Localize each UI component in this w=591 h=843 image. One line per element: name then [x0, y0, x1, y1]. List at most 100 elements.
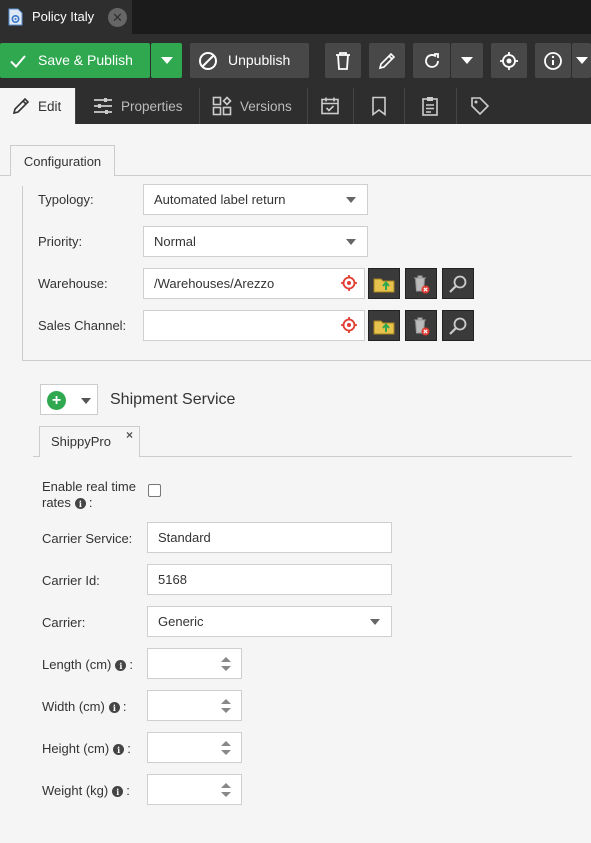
- sales-channel-label: Sales Channel:: [38, 318, 127, 333]
- open-element-icon[interactable]: [340, 274, 358, 292]
- decrement-icon[interactable]: [221, 750, 231, 755]
- decrement-icon[interactable]: [221, 708, 231, 713]
- info-icon: [544, 51, 562, 70]
- delete-button[interactable]: [325, 43, 361, 78]
- tab-properties[interactable]: Properties: [76, 88, 200, 124]
- close-icon[interactable]: ×: [126, 428, 133, 442]
- locate-button[interactable]: [491, 43, 527, 78]
- toolbar: Save & Publish Unpublish: [0, 34, 591, 88]
- priority-value: Normal: [154, 234, 196, 249]
- tab-shippypro[interactable]: ShippyPro ×: [39, 426, 140, 457]
- rename-button[interactable]: [369, 43, 405, 78]
- save-publish-dropdown-button[interactable]: [151, 43, 182, 78]
- enable-rates-label-line2: rates: [42, 495, 71, 510]
- document-gear-icon: [8, 8, 23, 26]
- document-tab[interactable]: Policy Italy ✕: [0, 0, 132, 34]
- height-input[interactable]: [147, 732, 242, 763]
- sales-channel-clear-button[interactable]: [405, 310, 437, 341]
- open-element-icon[interactable]: [340, 316, 358, 334]
- prohibited-icon: [199, 52, 217, 70]
- height-label-text: Height (cm): [42, 741, 110, 756]
- tab-properties-label: Properties: [121, 98, 183, 114]
- enable-rates-label-line1: Enable real time: [42, 479, 136, 494]
- increment-icon[interactable]: [221, 699, 231, 704]
- search-icon: [449, 275, 467, 293]
- height-label: Height (cm) i:: [42, 741, 131, 756]
- width-input[interactable]: [147, 690, 242, 721]
- tab-notes[interactable]: [405, 88, 457, 124]
- increment-icon[interactable]: [221, 741, 231, 746]
- length-input[interactable]: [147, 648, 242, 679]
- pencil-icon: [378, 52, 396, 69]
- close-tab-icon[interactable]: ✕: [108, 8, 127, 27]
- unpublish-button[interactable]: Unpublish: [190, 43, 309, 78]
- decrement-icon[interactable]: [221, 666, 231, 671]
- weight-label: Weight (kg) i:: [42, 783, 130, 798]
- sales-channel-upload-button[interactable]: [368, 310, 400, 341]
- carrier-id-label: Carrier Id:: [42, 573, 100, 588]
- trash-icon: [336, 51, 350, 70]
- warehouse-clear-button[interactable]: [405, 268, 437, 299]
- carrier-value: Generic: [158, 614, 204, 629]
- info-icon[interactable]: i: [74, 498, 86, 510]
- refresh-icon: [424, 52, 439, 68]
- length-label: Length (cm) i:: [42, 657, 133, 672]
- info-icon[interactable]: i: [108, 702, 120, 714]
- warehouse-upload-button[interactable]: [368, 268, 400, 299]
- weight-label-text: Weight (kg): [42, 783, 109, 798]
- plus-icon: +: [47, 391, 66, 410]
- carrier-id-input[interactable]: 5168: [147, 564, 392, 595]
- tab-schedule[interactable]: [308, 88, 354, 124]
- reload-button[interactable]: [413, 43, 450, 78]
- tab-edit-label: Edit: [38, 98, 62, 114]
- tab-configuration-label: Configuration: [23, 153, 102, 169]
- weight-input[interactable]: [147, 774, 242, 805]
- tag-icon: [471, 97, 490, 116]
- carrier-service-label: Carrier Service:: [42, 531, 133, 546]
- sliders-icon: [94, 98, 112, 114]
- tab-dependencies[interactable]: [354, 88, 405, 124]
- increment-icon[interactable]: [221, 657, 231, 662]
- typology-select[interactable]: Automated label return: [143, 184, 368, 215]
- carrier-service-input[interactable]: Standard: [147, 522, 392, 553]
- info-icon[interactable]: i: [115, 660, 127, 672]
- crosshair-icon: [500, 51, 518, 70]
- info-button[interactable]: [535, 43, 571, 78]
- add-shipment-service-button[interactable]: +: [40, 384, 98, 415]
- warehouse-field[interactable]: /Warehouses/Arezzo: [143, 268, 365, 299]
- reload-dropdown-button[interactable]: [451, 43, 483, 78]
- tab-shippypro-label: ShippyPro: [51, 434, 111, 449]
- enable-rates-checkbox[interactable]: [148, 484, 161, 497]
- sales-channel-field[interactable]: [143, 310, 365, 341]
- tab-edit[interactable]: Edit: [0, 88, 76, 124]
- document-tab-bar: Policy Italy ✕: [0, 0, 591, 34]
- folder-upload-icon: [373, 278, 395, 292]
- warehouse-label: Warehouse:: [38, 276, 108, 291]
- info-icon[interactable]: i: [112, 786, 124, 798]
- chevron-down-icon: [160, 57, 173, 64]
- priority-select[interactable]: Normal: [143, 226, 368, 257]
- search-icon: [449, 317, 467, 335]
- warehouse-value: /Warehouses/Arezzo: [154, 276, 275, 291]
- bookmark-icon: [372, 96, 386, 116]
- save-publish-button[interactable]: Save & Publish: [0, 43, 150, 78]
- carrier-select[interactable]: Generic: [147, 606, 392, 637]
- increment-icon[interactable]: [221, 783, 231, 788]
- check-icon: [10, 55, 26, 68]
- carrier-service-value: Standard: [158, 530, 211, 545]
- info-icon[interactable]: i: [113, 744, 125, 756]
- chevron-down-icon: [575, 57, 588, 64]
- editor-subtabs: Edit Properties Versions: [0, 88, 591, 124]
- tab-configuration[interactable]: Configuration: [10, 145, 115, 176]
- typology-label: Typology:: [38, 192, 94, 207]
- sales-channel-search-button[interactable]: [442, 310, 474, 341]
- more-dropdown-button[interactable]: [572, 43, 591, 78]
- tab-tags[interactable]: [457, 88, 507, 124]
- trash-delete-icon: [414, 275, 430, 293]
- chevron-down-icon: [346, 197, 356, 203]
- tab-versions[interactable]: Versions: [200, 88, 308, 124]
- warehouse-search-button[interactable]: [442, 268, 474, 299]
- decrement-icon[interactable]: [221, 792, 231, 797]
- chevron-down-icon: [346, 239, 356, 245]
- enable-rates-label: Enable real time rates i:: [42, 479, 136, 510]
